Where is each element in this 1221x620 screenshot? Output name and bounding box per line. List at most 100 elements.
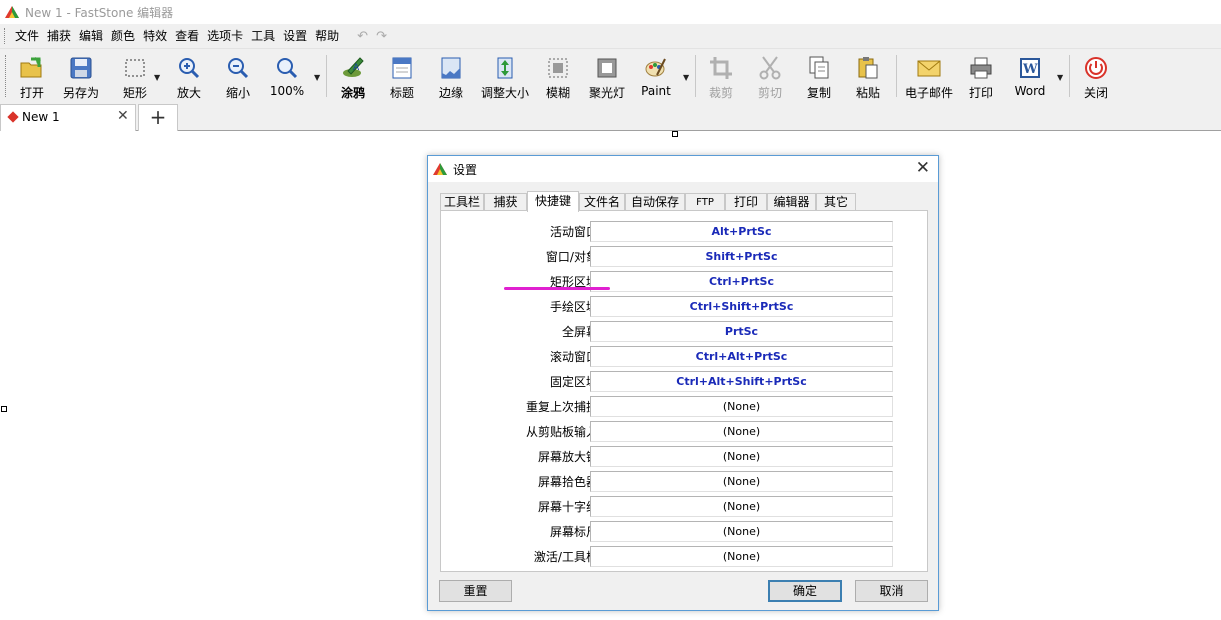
cut-label: 剪切 <box>757 86 782 100</box>
hotkey-field[interactable]: (None) <box>590 546 893 567</box>
word-button[interactable]: W Word <box>1005 53 1055 101</box>
hotkey-row: 固定区域: Ctrl+Alt+Shift+PrtSc <box>441 371 927 393</box>
close-button[interactable]: 关闭 <box>1071 53 1121 101</box>
menu-view[interactable]: 查看 <box>171 24 203 48</box>
toolbar-separator <box>896 55 897 97</box>
paint-button[interactable]: Paint <box>631 53 681 101</box>
hotkey-field[interactable]: (None) <box>590 396 893 417</box>
zoom-level-label: 100% <box>269 84 305 98</box>
add-tab-button[interactable]: + <box>138 104 178 131</box>
edge-label: 边缘 <box>438 86 463 100</box>
printer-icon <box>970 57 992 79</box>
hotkey-field[interactable]: PrtSc <box>590 321 893 342</box>
copy-label: 复制 <box>806 86 831 100</box>
canvas-resize-handle-left[interactable] <box>1 406 7 412</box>
hotkey-field[interactable]: (None) <box>590 521 893 542</box>
tab-hotkeys[interactable]: 快捷键 <box>527 191 579 212</box>
caption-button[interactable]: 标题 <box>377 53 427 101</box>
settings-tab-strip: 工具栏 捕获 快捷键 文件名 自动保存 FTP 打印 编辑器 其它 <box>440 191 930 212</box>
tab-capture[interactable]: 捕获 <box>484 193 527 211</box>
redo-icon[interactable]: ↷ <box>376 29 387 44</box>
reset-button[interactable]: 重置 <box>439 580 512 602</box>
menu-help[interactable]: 帮助 <box>311 24 343 48</box>
rectangle-dropdown-arrow-icon[interactable]: ▼ <box>154 73 160 82</box>
hotkey-field[interactable]: (None) <box>590 471 893 492</box>
window-title: New 1 - FastStone 编辑器 <box>25 5 174 20</box>
tab-print[interactable]: 打印 <box>725 193 767 211</box>
caption-label: 标题 <box>389 86 414 100</box>
draw-label: 涂鸦 <box>340 86 365 100</box>
hotkey-field[interactable]: Ctrl+PrtSc <box>590 271 893 292</box>
zoom-in-button[interactable]: 放大 <box>164 53 214 101</box>
draw-button[interactable]: A 涂鸦 <box>328 53 378 101</box>
crop-button[interactable]: 裁剪 <box>696 53 746 101</box>
copy-button[interactable]: 复制 <box>794 53 844 101</box>
tab-autosave[interactable]: 自动保存 <box>625 193 685 211</box>
menu-settings[interactable]: 设置 <box>279 24 311 48</box>
cancel-button[interactable]: 取消 <box>855 580 928 602</box>
menu-file[interactable]: 文件 <box>11 24 43 48</box>
hotkey-field[interactable]: (None) <box>590 421 893 442</box>
menu-edit[interactable]: 编辑 <box>75 24 107 48</box>
zoom-out-label: 缩小 <box>225 86 250 100</box>
tab-editor[interactable]: 编辑器 <box>767 193 816 211</box>
blur-button[interactable]: 模糊 <box>533 53 583 101</box>
email-label: 电子邮件 <box>904 86 953 100</box>
paint-dropdown-arrow-icon[interactable]: ▼ <box>683 73 689 82</box>
cut-button[interactable]: 剪切 <box>745 53 795 101</box>
menu-colors[interactable]: 颜色 <box>107 24 139 48</box>
print-button[interactable]: 打印 <box>956 53 1006 101</box>
word-dropdown-arrow-icon[interactable]: ▼ <box>1057 73 1063 82</box>
tab-other[interactable]: 其它 <box>816 193 856 211</box>
hotkey-field[interactable]: Shift+PrtSc <box>590 246 893 267</box>
copy-icon <box>809 56 829 79</box>
menu-effects[interactable]: 特效 <box>139 24 171 48</box>
rectangle-select-button[interactable]: 矩形 <box>110 53 160 101</box>
canvas-resize-handle-top[interactable] <box>672 131 678 137</box>
email-button[interactable]: 电子邮件 <box>902 53 956 101</box>
edge-icon <box>441 57 461 79</box>
zoom-dropdown-arrow-icon[interactable]: ▼ <box>314 73 320 82</box>
menu-grip <box>4 28 7 44</box>
tab-toolbar[interactable]: 工具栏 <box>440 193 484 211</box>
zoom-level-button[interactable]: 100% <box>262 53 312 101</box>
hotkey-field[interactable]: Ctrl+Shift+PrtSc <box>590 296 893 317</box>
tab-new-1[interactable]: New 1 ✕ <box>0 104 136 131</box>
open-button[interactable]: 打开 <box>7 53 57 101</box>
menu-capture[interactable]: 捕获 <box>43 24 75 48</box>
tab-filename[interactable]: 文件名 <box>579 193 625 211</box>
zoom-in-label: 放大 <box>176 86 201 100</box>
hotkey-row: 手绘区域: Ctrl+Shift+PrtSc <box>441 296 927 318</box>
menu-tabs[interactable]: 选项卡 <box>203 24 247 48</box>
close-label: 关闭 <box>1083 86 1108 100</box>
edge-button[interactable]: 边缘 <box>426 53 476 101</box>
dialog-close-icon[interactable]: ✕ <box>916 158 930 178</box>
tab-ftp[interactable]: FTP <box>685 193 725 211</box>
undo-icon[interactable]: ↶ <box>357 29 368 44</box>
magnifier-icon <box>277 58 298 79</box>
hotkey-field[interactable]: Ctrl+Alt+Shift+PrtSc <box>590 371 893 392</box>
save-as-label: 另存为 <box>62 86 99 100</box>
zoom-out-button[interactable]: 缩小 <box>213 53 263 101</box>
hotkey-field[interactable]: Ctrl+Alt+PrtSc <box>590 346 893 367</box>
caption-icon <box>392 57 412 79</box>
print-label: 打印 <box>968 86 993 100</box>
hotkey-field[interactable]: Alt+PrtSc <box>590 221 893 242</box>
zoom-in-icon <box>179 58 200 79</box>
dialog-title-bar: 设置 ✕ <box>428 156 938 182</box>
resize-button[interactable]: 调整大小 <box>479 53 531 101</box>
ok-button[interactable]: 确定 <box>768 580 842 602</box>
spotlight-button[interactable]: 聚光灯 <box>582 53 632 101</box>
spotlight-icon <box>597 58 617 78</box>
paste-button[interactable]: 粘贴 <box>843 53 893 101</box>
resize-icon <box>497 57 513 79</box>
spotlight-label: 聚光灯 <box>588 86 625 100</box>
save-as-button[interactable]: 另存为 <box>56 53 106 101</box>
svg-text:A: A <box>353 63 360 73</box>
tab-close-icon[interactable]: ✕ <box>117 108 129 124</box>
hotkey-field[interactable]: (None) <box>590 446 893 467</box>
menu-tools[interactable]: 工具 <box>247 24 279 48</box>
svg-text:W: W <box>1022 62 1038 77</box>
power-icon <box>1085 57 1107 79</box>
hotkey-field[interactable]: (None) <box>590 496 893 517</box>
